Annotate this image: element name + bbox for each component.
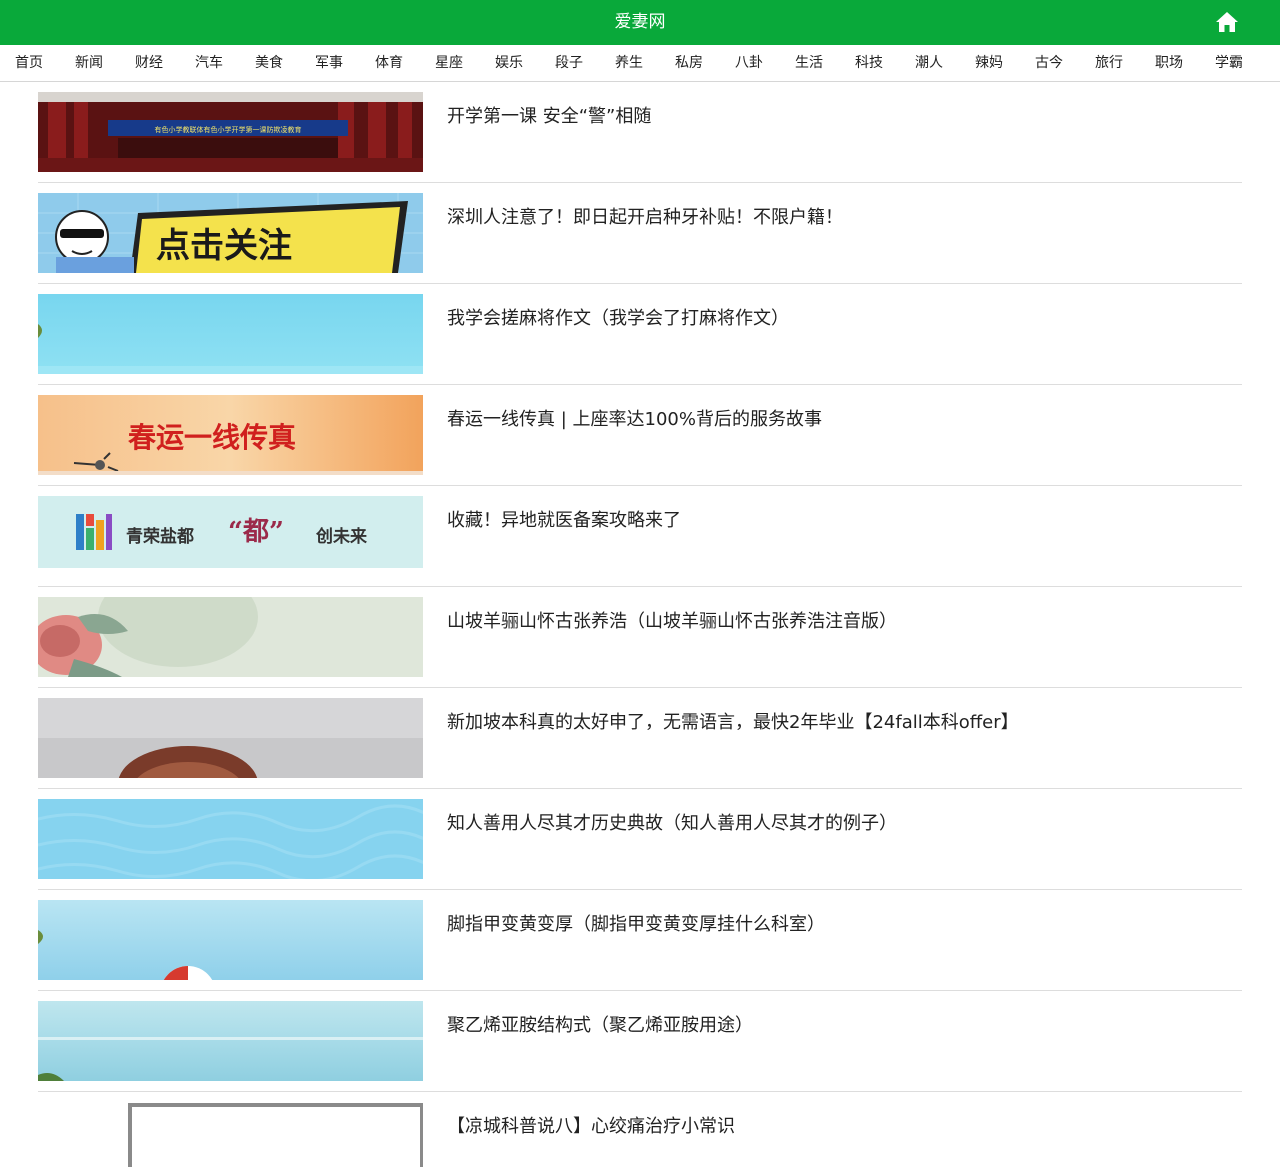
article-thumbnail[interactable] (38, 1001, 423, 1081)
article-title[interactable]: 收藏！异地就医备案攻略来了 (447, 506, 681, 532)
article-thumbnail[interactable] (38, 597, 423, 677)
nav-item-food[interactable]: 美食 (239, 45, 299, 81)
list-item[interactable]: 【凉城科普说八】心绞痛治疗小常识 (38, 1092, 1242, 1167)
article-thumbnail[interactable] (38, 294, 423, 374)
list-item[interactable]: 聚乙烯亚胺结构式（聚乙烯亚胺用途） (38, 991, 1242, 1092)
article-title[interactable]: 开学第一课 安全“警”相随 (447, 102, 651, 128)
nav-item-gossip[interactable]: 八卦 (719, 45, 779, 81)
article-title[interactable]: 深圳人注意了！即日起开启种牙补贴！不限户籍！ (447, 203, 843, 229)
list-item[interactable]: 春运一线传真 春运一线传真 | 上座率达100%背后的服务故事 (38, 385, 1242, 486)
home-icon[interactable] (1214, 9, 1240, 35)
list-item[interactable]: 脚指甲变黄变厚（脚指甲变黄变厚挂什么科室） (38, 890, 1242, 991)
article-thumbnail[interactable] (38, 1102, 423, 1167)
article-thumbnail[interactable]: 春运一线传真 (38, 395, 423, 475)
thumb-promo-text: 春运一线传真 (128, 421, 296, 454)
article-thumbnail[interactable] (38, 900, 423, 980)
list-item[interactable]: 知人善用人尽其才历史典故（知人善用人尽其才的例子） (38, 789, 1242, 890)
thumb-promo-text: 点击关注 (156, 226, 292, 266)
nav-item-scholar[interactable]: 学霸 (1199, 45, 1259, 81)
category-nav: 首页 新闻 财经 汽车 美食 军事 体育 星座 娱乐 段子 养生 私房 八卦 生… (0, 45, 1280, 82)
nav-item-jokes[interactable]: 段子 (539, 45, 599, 81)
nav-item-finance[interactable]: 财经 (119, 45, 179, 81)
nav-item-travel[interactable]: 旅行 (1079, 45, 1139, 81)
article-thumbnail[interactable]: 青荣盐都 “都” 创未来 (38, 496, 423, 568)
article-thumbnail[interactable] (38, 799, 423, 879)
list-item[interactable]: 新加坡本科真的太好申了，无需语言，最快2年毕业【24fall本科offer】 (38, 688, 1242, 789)
article-thumbnail[interactable]: 有色小学教联体有色小学开学第一课防欺凌教育 (38, 92, 423, 172)
nav-item-moms[interactable]: 辣妈 (959, 45, 1019, 81)
nav-item-military[interactable]: 军事 (299, 45, 359, 81)
article-title[interactable]: 山坡羊骊山怀古张养浩（山坡羊骊山怀古张养浩注音版） (447, 607, 897, 633)
nav-item-horoscope[interactable]: 星座 (419, 45, 479, 81)
top-header: 爱妻网 (0, 0, 1280, 45)
nav-item-auto[interactable]: 汽车 (179, 45, 239, 81)
article-title[interactable]: 春运一线传真 | 上座率达100%背后的服务故事 (447, 405, 822, 431)
list-item[interactable]: 山坡羊骊山怀古张养浩（山坡羊骊山怀古张养浩注音版） (38, 587, 1242, 688)
site-title: 爱妻网 (614, 12, 666, 32)
nav-item-health[interactable]: 养生 (599, 45, 659, 81)
nav-item-home[interactable]: 首页 (0, 45, 59, 81)
nav-item-sports[interactable]: 体育 (359, 45, 419, 81)
nav-item-career[interactable]: 职场 (1139, 45, 1199, 81)
nav-item-entertainment[interactable]: 娱乐 (479, 45, 539, 81)
thumb-slogan-left: 青荣盐都 (126, 526, 194, 547)
thumb-slogan-right: 创未来 (315, 526, 368, 547)
list-item[interactable]: 有色小学教联体有色小学开学第一课防欺凌教育 开学第一课 安全“警”相随 (38, 82, 1242, 183)
list-item[interactable]: 我学会搓麻将作文（我学会了打麻将作文） (38, 284, 1242, 385)
list-item[interactable]: 点击关注 深圳人注意了！即日起开启种牙补贴！不限户籍！ (38, 183, 1242, 284)
article-title[interactable]: 我学会搓麻将作文（我学会了打麻将作文） (447, 304, 789, 330)
thumb-banner-text: 有色小学教联体有色小学开学第一课防欺凌教育 (155, 125, 302, 134)
article-thumbnail[interactable]: 点击关注 (38, 193, 423, 273)
article-thumbnail[interactable] (38, 698, 423, 778)
article-title[interactable]: 知人善用人尽其才历史典故（知人善用人尽其才的例子） (447, 809, 897, 835)
nav-item-history[interactable]: 古今 (1019, 45, 1079, 81)
nav-item-trendy[interactable]: 潮人 (899, 45, 959, 81)
list-item[interactable]: 青荣盐都 “都” 创未来 收藏！异地就医备案攻略来了 (38, 486, 1242, 587)
nav-item-private[interactable]: 私房 (659, 45, 719, 81)
article-title[interactable]: 【凉城科普说八】心绞痛治疗小常识 (447, 1112, 735, 1138)
article-title[interactable]: 脚指甲变黄变厚（脚指甲变黄变厚挂什么科室） (447, 910, 825, 936)
nav-item-life[interactable]: 生活 (779, 45, 839, 81)
article-title[interactable]: 聚乙烯亚胺结构式（聚乙烯亚胺用途） (447, 1011, 753, 1037)
thumb-slogan-mid: “都” (228, 517, 284, 547)
nav-item-news[interactable]: 新闻 (59, 45, 119, 81)
nav-item-tech[interactable]: 科技 (839, 45, 899, 81)
article-title[interactable]: 新加坡本科真的太好申了，无需语言，最快2年毕业【24fall本科offer】 (447, 708, 1019, 734)
article-list: 有色小学教联体有色小学开学第一课防欺凌教育 开学第一课 安全“警”相随 点击关注 (38, 82, 1242, 1167)
